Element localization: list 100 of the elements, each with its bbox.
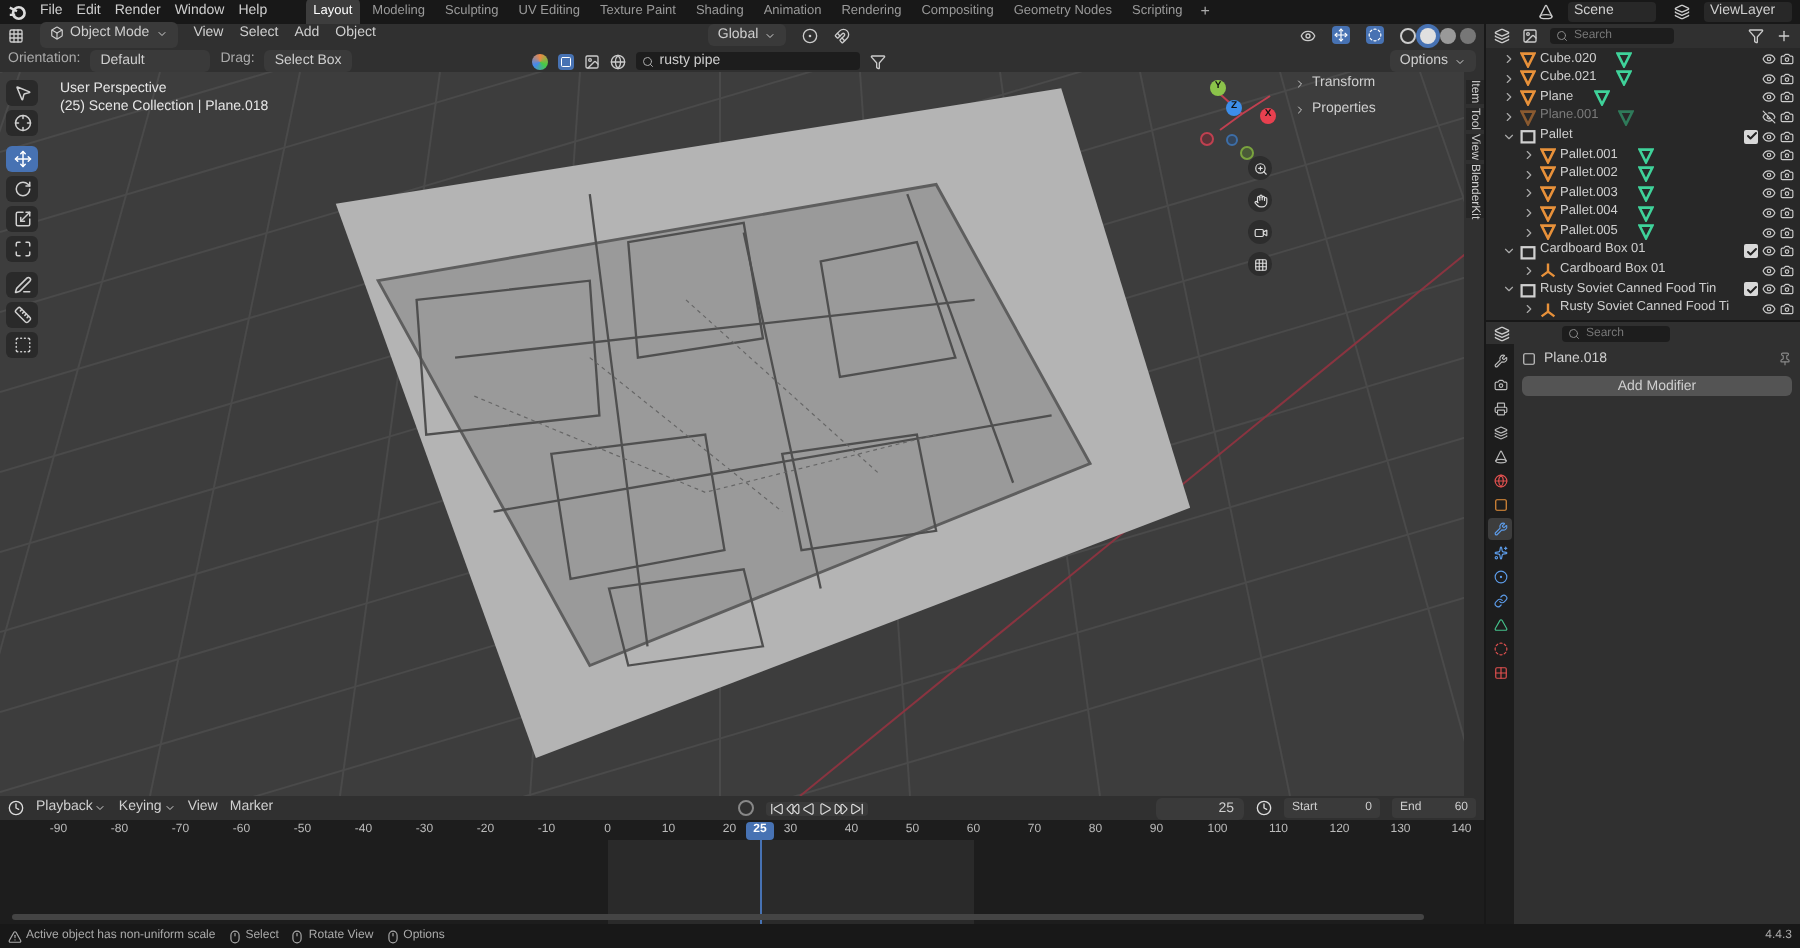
expand-toggle-icon[interactable] xyxy=(1522,206,1536,221)
move-tool-icon[interactable] xyxy=(6,146,38,172)
color-wheel-icon[interactable] xyxy=(531,53,548,69)
overlay-toggle-icon[interactable] xyxy=(1366,26,1384,44)
add-workspace-button[interactable]: + xyxy=(1194,0,1216,24)
scale-tool-icon[interactable] xyxy=(6,206,38,232)
eye-icon[interactable] xyxy=(1762,244,1776,259)
pen-tool-icon[interactable] xyxy=(6,272,38,298)
cursor-tool-icon[interactable] xyxy=(6,110,38,136)
gizmo-toggle-icon[interactable] xyxy=(1332,26,1350,44)
eye-icon[interactable] xyxy=(1762,186,1776,201)
image-filter-icon[interactable] xyxy=(583,53,600,69)
expand-toggle-icon[interactable] xyxy=(1502,110,1516,125)
rotate-tool-icon[interactable] xyxy=(6,176,38,202)
camera-icon[interactable] xyxy=(1780,302,1794,317)
pin-icon[interactable] xyxy=(1778,352,1792,366)
object-icon xyxy=(1522,352,1536,366)
expand-toggle-icon[interactable] xyxy=(1522,148,1536,163)
camera-icon[interactable] xyxy=(1780,282,1794,297)
clock-editor-icon[interactable] xyxy=(8,800,24,816)
pan-hand-icon[interactable] xyxy=(1248,188,1272,212)
expand-toggle-icon[interactable] xyxy=(1502,71,1516,86)
solid-shading-icon[interactable] xyxy=(1420,27,1436,43)
camera-icon[interactable] xyxy=(1780,90,1794,105)
eye-icon[interactable] xyxy=(1762,90,1776,105)
material-shading-icon[interactable] xyxy=(1440,27,1456,43)
app-logo-icon[interactable] xyxy=(8,3,26,21)
jump-start-icon[interactable] xyxy=(769,801,784,815)
eye-icon[interactable] xyxy=(1762,206,1776,221)
properties-tab[interactable] xyxy=(1488,590,1512,612)
cone-icon xyxy=(1493,450,1507,464)
snap-icon[interactable] xyxy=(834,27,851,43)
visibility-icon[interactable] xyxy=(1300,27,1316,43)
camera-icon[interactable] xyxy=(1780,129,1794,144)
chevron-right-icon xyxy=(1294,77,1306,89)
camera-icon[interactable] xyxy=(1780,71,1794,86)
filter-icon[interactable] xyxy=(869,53,886,69)
expand-toggle-icon[interactable] xyxy=(1502,52,1516,67)
wrench-icon xyxy=(1493,354,1507,368)
sparkles-icon xyxy=(1493,546,1507,560)
outliner-editor-icon[interactable] xyxy=(1494,28,1510,44)
zoom-icon[interactable] xyxy=(1248,156,1272,180)
properties-tab[interactable] xyxy=(1488,518,1512,540)
camera-icon[interactable] xyxy=(1780,52,1794,67)
collection-checkbox[interactable] xyxy=(1744,129,1758,144)
add-box-tool-icon[interactable] xyxy=(6,332,38,358)
camera-icon[interactable] xyxy=(1780,244,1794,259)
transform-tool-icon[interactable] xyxy=(6,236,38,262)
expand-toggle-icon[interactable] xyxy=(1522,186,1536,201)
eye-icon[interactable] xyxy=(1762,148,1776,163)
autokey-icon[interactable] xyxy=(737,800,754,816)
camera-icon[interactable] xyxy=(1780,110,1794,125)
stopwatch-icon[interactable] xyxy=(1256,800,1272,816)
next-keyframe-icon[interactable] xyxy=(833,801,848,815)
expand-toggle-icon[interactable] xyxy=(1502,244,1516,259)
camera-icon[interactable] xyxy=(1780,148,1794,163)
camera-icon[interactable] xyxy=(1780,186,1794,201)
negative-y-axis-icon[interactable] xyxy=(1240,146,1254,160)
layers-icon[interactable] xyxy=(1674,4,1690,20)
jump-end-icon[interactable] xyxy=(849,801,864,815)
expand-toggle-icon[interactable] xyxy=(1502,282,1516,297)
previous-keyframe-icon[interactable] xyxy=(785,801,800,815)
expand-toggle-icon[interactable] xyxy=(1522,225,1536,240)
play-icon[interactable] xyxy=(817,801,832,815)
eye-icon[interactable] xyxy=(1762,167,1776,182)
camera-icon[interactable] xyxy=(1780,206,1794,221)
globe-filter-icon[interactable] xyxy=(609,53,626,69)
eye-closed-icon[interactable] xyxy=(1762,110,1776,125)
scene-icon[interactable] xyxy=(1538,4,1554,20)
camera-icon[interactable] xyxy=(1780,167,1794,182)
properties-editor-icon[interactable] xyxy=(1494,325,1510,341)
select-tool-icon[interactable] xyxy=(6,80,38,106)
eye-icon[interactable] xyxy=(1762,129,1776,144)
grid-view-icon[interactable] xyxy=(1248,252,1272,276)
expand-toggle-icon[interactable] xyxy=(1502,129,1516,144)
timeline-scrollbar[interactable] xyxy=(12,914,1424,920)
expand-toggle-icon[interactable] xyxy=(1502,90,1516,105)
display-mode-icon[interactable] xyxy=(1522,28,1538,44)
collection-checkbox[interactable] xyxy=(1744,244,1758,259)
eye-icon[interactable] xyxy=(1762,52,1776,67)
play-reverse-icon[interactable] xyxy=(801,801,816,815)
collection-checkbox[interactable] xyxy=(1744,282,1758,297)
camera-icon[interactable] xyxy=(1780,263,1794,278)
eye-icon[interactable] xyxy=(1762,263,1776,278)
expand-toggle-icon[interactable] xyxy=(1522,167,1536,182)
rendered-shading-icon[interactable] xyxy=(1460,27,1476,43)
pivot-icon[interactable] xyxy=(802,27,819,43)
eye-icon[interactable] xyxy=(1762,71,1776,86)
filter-icon[interactable] xyxy=(1748,28,1764,44)
square-filter-icon[interactable] xyxy=(557,53,574,69)
expand-toggle-icon[interactable] xyxy=(1522,302,1536,317)
expand-toggle-icon[interactable] xyxy=(1522,263,1536,278)
camera-view-icon[interactable] xyxy=(1248,220,1272,244)
new-collection-icon[interactable] xyxy=(1776,28,1792,44)
eye-icon[interactable] xyxy=(1762,225,1776,240)
eye-icon[interactable] xyxy=(1762,282,1776,297)
eye-icon[interactable] xyxy=(1762,302,1776,317)
ruler-tool-icon[interactable] xyxy=(6,302,38,328)
camera-icon[interactable] xyxy=(1780,225,1794,240)
editor-type-icon[interactable] xyxy=(8,27,24,43)
